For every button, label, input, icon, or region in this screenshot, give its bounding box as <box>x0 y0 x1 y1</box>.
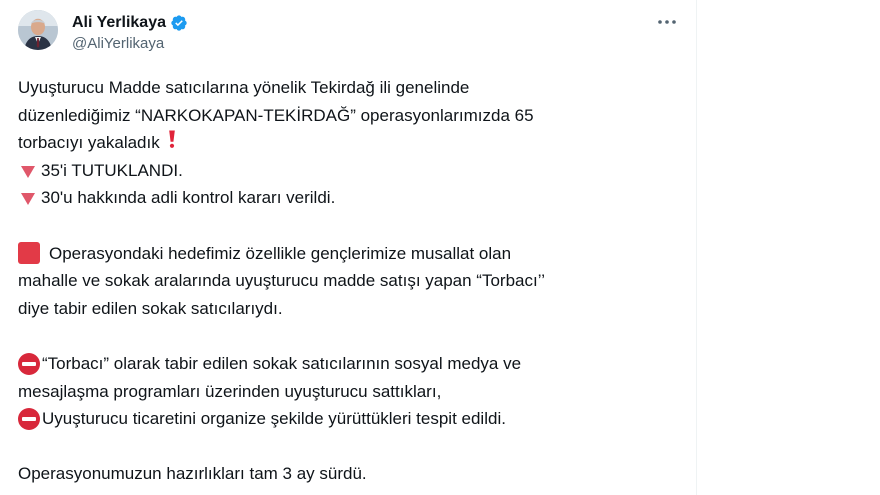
tweet-text: Uyuşturucu Madde satıcılarına yönelik Te… <box>18 74 678 488</box>
red-triangle-down-icon <box>21 193 35 206</box>
tweet-page: Ali Yerlikaya @AliYerlikaya Uyuşturucu M… <box>0 0 880 495</box>
text-line-with-emoji: 35'i TUTUKLANDI. <box>18 157 678 185</box>
author-handle[interactable]: @AliYerlikaya <box>72 35 164 52</box>
red-triangle-down-icon <box>21 165 35 178</box>
avatar[interactable] <box>18 10 58 50</box>
text-line: Uyuşturucu Madde satıcılarına yönelik Te… <box>18 78 470 97</box>
author-display-name[interactable]: Ali Yerlikaya <box>72 14 166 32</box>
red-square-icon <box>18 242 40 265</box>
more-horizontal-icon <box>658 20 676 24</box>
avatar-image <box>18 10 58 50</box>
text-line-with-emoji: “Torbacı” olarak tabir edilen sokak satı… <box>18 350 678 378</box>
red-exclamation-icon <box>160 129 179 158</box>
text-fragment: 30'u hakkında adli kontrol kararı verild… <box>41 188 336 208</box>
tweet-card: Ali Yerlikaya @AliYerlikaya Uyuşturucu M… <box>0 0 697 495</box>
text-fragment: Uyuşturucu ticaretini organize şekilde y… <box>42 409 506 429</box>
no-entry-icon <box>18 407 40 430</box>
text-line-with-emoji: torbacıyı yakaladık <box>18 129 678 157</box>
more-options-button[interactable] <box>652 10 682 34</box>
text-line: mahalle ve sokak aralarında uyuşturucu m… <box>18 271 545 291</box>
text-fragment: 35'i TUTUKLANDI. <box>41 160 183 180</box>
text-fragment: “Torbacı” olarak tabir edilen sokak satı… <box>42 353 522 373</box>
text-line: mesajlaşma programları üzerinden uyuştur… <box>18 381 442 401</box>
text-fragment: Operasyondaki hedefimiz özellikle gençle… <box>49 243 512 263</box>
text-line-with-emoji: 30'u hakkında adli kontrol kararı verild… <box>18 184 678 212</box>
text-line-with-emoji: Operasyondaki hedefimiz özellikle gençle… <box>18 240 678 268</box>
author-name-row: Ali Yerlikaya <box>72 12 188 34</box>
text-line-with-emoji: Uyuşturucu ticaretini organize şekilde y… <box>18 405 678 433</box>
text-line: Operasyonumuzun hazırlıkları tam 3 ay sü… <box>18 464 367 484</box>
no-entry-icon <box>18 352 40 375</box>
text-line: diye tabir edilen sokak satıcılarıydı. <box>18 298 283 318</box>
text-line: düzenlediğimiz “NARKOKAPAN-TEKİRDAĞ” ope… <box>18 105 534 125</box>
text-fragment: torbacıyı yakaladık <box>18 133 160 153</box>
verified-badge-icon <box>170 14 188 32</box>
